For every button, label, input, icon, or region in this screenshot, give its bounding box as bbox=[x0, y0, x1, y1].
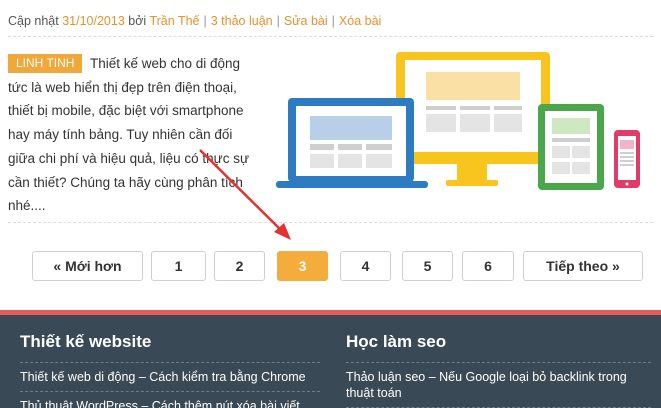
tablet-icon bbox=[538, 104, 604, 190]
footer-link[interactable]: Thiết kế web di động – Cách kiểm tra bằn… bbox=[20, 363, 320, 392]
post-date-link[interactable]: 31/10/2013 bbox=[62, 14, 125, 28]
footer-heading-seo: Học làm seo bbox=[346, 332, 447, 351]
comments-link[interactable]: 3 thảo luận bbox=[211, 14, 273, 28]
post-meta: Cập nhật 31/10/2013 bởi Trần Thế | 3 thảo … bbox=[8, 14, 653, 37]
excerpt-text: Thiết kế web cho di động tức là web hiển… bbox=[8, 56, 249, 214]
page-4-button[interactable]: 4 bbox=[340, 251, 391, 281]
page-1-button[interactable]: 1 bbox=[151, 251, 206, 281]
delete-post-link[interactable]: Xóa bài bbox=[339, 14, 381, 28]
site-footer: Thiết kế website Thiết kế web di động – … bbox=[0, 310, 661, 408]
page-2-button[interactable]: 2 bbox=[214, 251, 265, 281]
footer-heading-web-design: Thiết kế website bbox=[20, 332, 152, 351]
page-3-current[interactable]: 3 bbox=[277, 251, 328, 281]
by-label: bởi bbox=[128, 14, 147, 28]
footer-link-list: Thiết kế web di động – Cách kiểm tra bằn… bbox=[20, 362, 320, 408]
footer-link[interactable]: Thủ thuật WordPress – Cách thêm nút xóa … bbox=[20, 392, 320, 408]
updated-label: Cập nhật bbox=[8, 14, 59, 28]
prev-page-button[interactable]: « Mới hơn bbox=[32, 251, 143, 281]
phone-icon bbox=[614, 130, 640, 188]
content-divider bbox=[8, 222, 653, 223]
desktop-monitor-icon bbox=[396, 52, 550, 186]
author-link[interactable]: Trần Thế bbox=[149, 14, 199, 28]
post-excerpt: LINH TINH Thiết kế web cho di động tức l… bbox=[8, 52, 258, 218]
edit-post-link[interactable]: Sửa bài bbox=[284, 14, 328, 28]
footer-column-web-design: Thiết kế website Thiết kế web di động – … bbox=[20, 332, 320, 408]
pagination: « Mới hơn 1 2 3 4 5 6 Tiếp theo » bbox=[0, 251, 661, 281]
category-badge[interactable]: LINH TINH bbox=[8, 54, 83, 73]
responsive-devices-illustration[interactable] bbox=[274, 50, 654, 195]
laptop-icon bbox=[276, 98, 428, 188]
next-page-button[interactable]: Tiếp theo » bbox=[523, 251, 643, 281]
footer-link[interactable]: Thảo luận seo – Nếu Google loại bỏ backl… bbox=[346, 363, 651, 408]
footer-link-list: Thảo luận seo – Nếu Google loại bỏ backl… bbox=[346, 362, 651, 408]
page-6-button[interactable]: 6 bbox=[462, 251, 514, 281]
page-5-button[interactable]: 5 bbox=[402, 251, 453, 281]
footer-column-seo: Học làm seo Thảo luận seo – Nếu Google l… bbox=[346, 332, 651, 408]
